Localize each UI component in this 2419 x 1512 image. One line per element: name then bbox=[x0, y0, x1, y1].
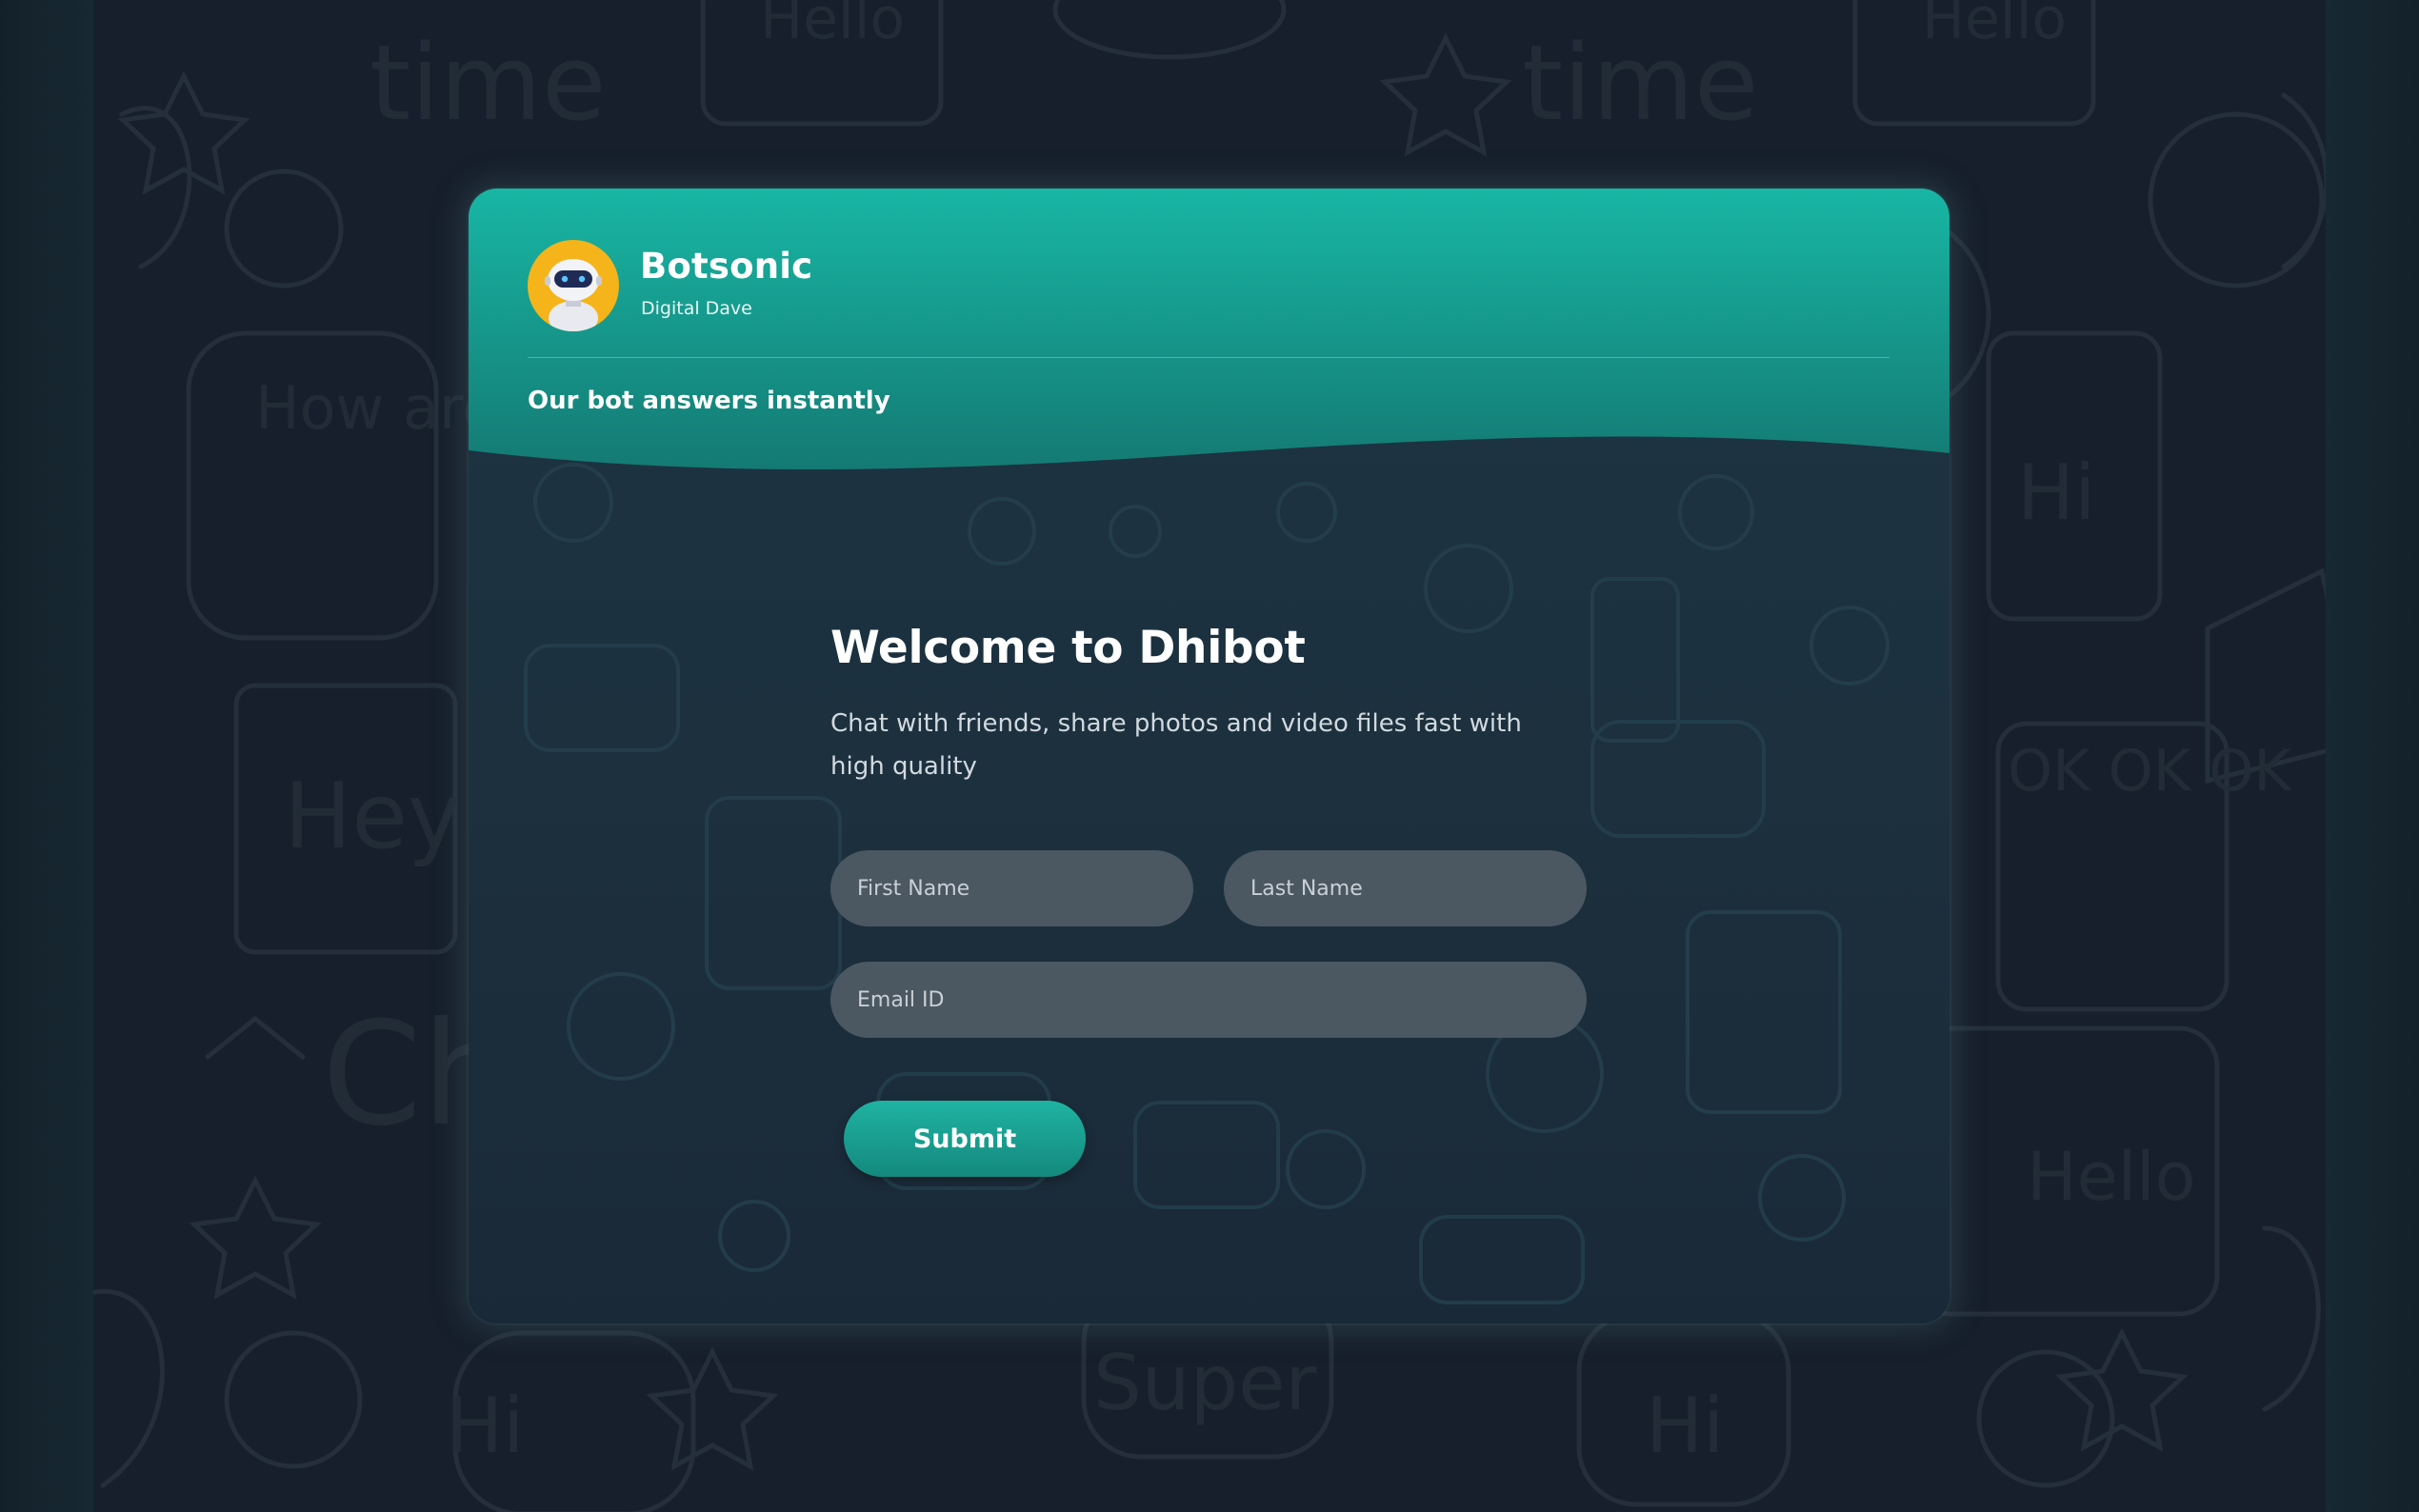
email-input[interactable] bbox=[830, 962, 1587, 1038]
chat-widget-card: Botsonic Digital Dave Our bot answers in… bbox=[469, 189, 1949, 1323]
last-name-input[interactable] bbox=[1224, 850, 1587, 926]
doodle-word-hello-2: Hello bbox=[1922, 0, 2067, 52]
background-edge-left bbox=[0, 0, 93, 1512]
doodle-word-hello-3: Hello bbox=[2027, 1138, 2195, 1216]
doodle-word-hey: Hey bbox=[284, 765, 461, 869]
doodle-word-hi-2: Hi bbox=[446, 1382, 524, 1470]
chat-header: Botsonic Digital Dave Our bot answers in… bbox=[469, 189, 1949, 484]
background-edge-right bbox=[2326, 0, 2419, 1512]
doodle-word-hi-3: Hi bbox=[1646, 1382, 1724, 1470]
doodle-word-time-2: time bbox=[1522, 22, 1759, 144]
robot-icon bbox=[545, 259, 602, 331]
header-tagline: Our bot answers instantly bbox=[528, 387, 890, 415]
submit-button[interactable]: Submit bbox=[844, 1101, 1086, 1177]
doodle-word-ok: OK OK OK bbox=[2008, 738, 2293, 805]
header-divider bbox=[528, 357, 1889, 358]
doodle-word-super: Super bbox=[1093, 1339, 1316, 1427]
doodle-word-hi-1: Hi bbox=[2017, 448, 2095, 537]
doodle-word-time-1: time bbox=[370, 22, 607, 144]
bot-name: Botsonic bbox=[640, 246, 813, 287]
bot-avatar bbox=[528, 240, 619, 331]
welcome-title: Welcome to Dhibot bbox=[830, 622, 1306, 674]
welcome-description: Chat with friends, share photos and vide… bbox=[830, 709, 1522, 781]
doodle-word-hello-1: Hello bbox=[760, 0, 905, 52]
first-name-input[interactable] bbox=[830, 850, 1193, 926]
header-wave-background bbox=[469, 189, 1949, 469]
bot-subtitle: Digital Dave bbox=[641, 298, 752, 319]
